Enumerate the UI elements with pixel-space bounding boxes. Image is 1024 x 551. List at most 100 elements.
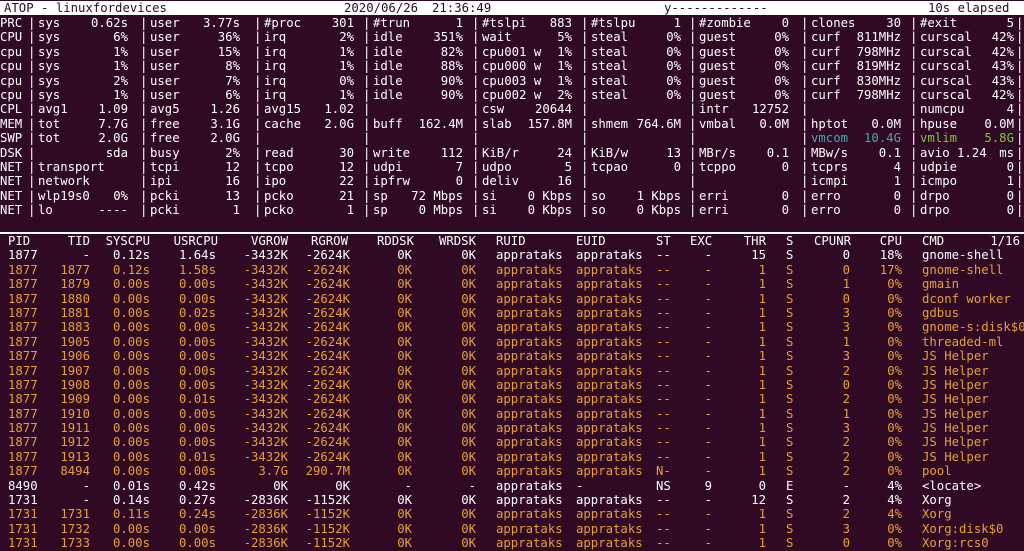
table-row[interactable]: 1877 8494 0.00s 0.00s 3.7G 290.7M 0K 0K appratak… bbox=[0, 464, 1024, 478]
cell-exc: - bbox=[704, 464, 712, 479]
table-row[interactable]: 1731 1732 0.00s 0.00s -2836K -1152K 0K 0K apprat… bbox=[0, 522, 1024, 536]
metric-value: 798MHz bbox=[856, 44, 901, 59]
cell-cpunr: 3 bbox=[842, 305, 850, 320]
column-header-vgrow[interactable]: VGROW bbox=[240, 234, 288, 248]
table-row[interactable]: 1877 1881 0.00s 0.02s -3432K -2624K 0K 0K apprat… bbox=[0, 306, 1024, 320]
metric-label: network bbox=[38, 174, 90, 189]
metric-value: 1% bbox=[557, 59, 572, 74]
column-header-thr[interactable]: THR bbox=[736, 234, 766, 248]
cell-pid: 1877 bbox=[8, 277, 38, 292]
cell-cpunr: 3 bbox=[842, 320, 850, 335]
system-row-label: SWP bbox=[0, 131, 23, 146]
cell-tid: 1877 bbox=[60, 262, 90, 277]
table-row[interactable]: 1877 1877 0.12s 1.58s -3432K -2624K 0K 0K apprat… bbox=[0, 263, 1024, 277]
column-header-euid[interactable]: EUID bbox=[576, 234, 616, 248]
column-header-cpu[interactable]: CPU bbox=[866, 234, 902, 248]
cell-vgrow: -3432K bbox=[243, 277, 288, 292]
cell-s: S bbox=[786, 392, 794, 407]
table-row[interactable]: 1877 1909 0.00s 0.01s -3432K -2624K 0K 0K apprat… bbox=[0, 392, 1024, 406]
cell-rddsk: 0K bbox=[397, 277, 412, 292]
column-header-tid[interactable]: TID bbox=[58, 234, 90, 248]
column-header-usrcpu[interactable]: USRCPU bbox=[170, 234, 218, 248]
column-header-wrdsk[interactable]: WRDSK bbox=[436, 234, 476, 248]
cell-usrcpu: 0.00s bbox=[178, 277, 216, 292]
metric-value: 2% bbox=[339, 30, 354, 45]
cell-pid: 1731 bbox=[8, 493, 38, 508]
column-divider: | bbox=[1016, 116, 1024, 131]
column-divider: | bbox=[1016, 159, 1024, 174]
system-row-cpu: cpu | sys 1% | user 8% | irq 1% | idle 88% | cpu000 w1… bbox=[0, 59, 1024, 73]
table-row[interactable]: 1877 1910 0.00s 0.00s -3432K -2624K 0K 0K apprat… bbox=[0, 407, 1024, 421]
column-header-s[interactable]: S bbox=[786, 234, 798, 248]
table-row[interactable]: 1877 1905 0.00s 0.00s -3432K -2624K 0K 0K apprat… bbox=[0, 335, 1024, 349]
cell-rgrow: -2624K bbox=[305, 406, 350, 421]
table-row[interactable]: 1877 1911 0.00s 0.00s -3432K -2624K 0K 0K apprat… bbox=[0, 421, 1024, 435]
column-header-cmd[interactable]: CMD bbox=[922, 234, 952, 248]
cell-cmd: pool bbox=[922, 464, 952, 479]
cell-cmd: gnome-shell bbox=[922, 262, 1004, 277]
cell-cmd: JS Helper bbox=[922, 363, 989, 378]
table-row[interactable]: 1877 1912 0.00s 0.00s -3432K -2624K 0K 0K apprat… bbox=[0, 435, 1024, 449]
table-row[interactable]: 1731 - 0.14s 0.27s -2836K -1152K 0K 0K apprataks… bbox=[0, 493, 1024, 507]
table-row[interactable]: 1877 1906 0.00s 0.00s -3432K -2624K 0K 0K apprat… bbox=[0, 349, 1024, 363]
process-table: PID TID SYSCPU USRCPU VGROW RGROW RDDSK WRDSK RU… bbox=[0, 234, 1024, 551]
metric-value: 21 bbox=[339, 188, 354, 203]
table-row[interactable]: 1877 1880 0.00s 0.00s -3432K -2624K 0K 0K apprat… bbox=[0, 292, 1024, 306]
column-divider: | bbox=[1016, 102, 1024, 117]
system-row-mem: MEM | tot 7.7G | free 3.1G | cache 2.0G | buff 162.4… bbox=[0, 117, 1024, 131]
column-header-cpunr[interactable]: CPUNR bbox=[814, 234, 851, 248]
table-row[interactable]: 1731 1733 0.00s 0.00s -2836K -1152K 0K 0K apprat… bbox=[0, 536, 1024, 550]
cell-pid: 1731 bbox=[8, 521, 38, 536]
cell-wrdsk: 0K bbox=[461, 305, 476, 320]
cell-rddsk: 0K bbox=[397, 421, 412, 436]
cell-tid: - bbox=[82, 248, 90, 263]
cell-syscpu: 0.00s bbox=[112, 334, 150, 349]
cell-st: -- bbox=[656, 349, 671, 364]
column-header-rgrow[interactable]: RGROW bbox=[308, 234, 348, 248]
metric-value: 0 bbox=[673, 159, 681, 174]
cell-syscpu: 0.00s bbox=[112, 449, 150, 464]
column-header-1-16[interactable]: 1/16 bbox=[976, 234, 1020, 248]
table-row[interactable]: 1877 - 0.12s 1.64s -3432K -2624K 0K 0K apprataks… bbox=[0, 248, 1024, 262]
metric-value: 0 bbox=[1006, 203, 1014, 218]
cell-vgrow: -2836K bbox=[243, 536, 288, 551]
cell-wrdsk: 0K bbox=[461, 521, 476, 536]
cell-rgrow: -2624K bbox=[305, 277, 350, 292]
system-row-net: NET | lo ---- | pcki 1 | pcko 1 | sp 0 Mbps | si 0 Kbps… bbox=[0, 203, 1024, 217]
metric-value: 819MHz bbox=[856, 59, 901, 74]
cell-exc: - bbox=[704, 421, 712, 436]
column-header-syscpu[interactable]: SYSCPU bbox=[104, 234, 150, 248]
cell-pid: 1877 bbox=[8, 421, 38, 436]
cell-ruid: apprataks bbox=[496, 421, 563, 436]
metric-value: 2% bbox=[557, 87, 572, 102]
column-header-rddsk[interactable]: RDDSK bbox=[374, 234, 414, 248]
system-row-label: MEM bbox=[0, 116, 23, 131]
column-header-pid[interactable]: PID bbox=[8, 234, 48, 248]
cell-syscpu: 0.14s bbox=[112, 493, 150, 508]
table-row[interactable]: 1877 1913 0.00s 0.01s -3432K -2624K 0K 0K apprat… bbox=[0, 450, 1024, 464]
cell-thr: 1 bbox=[758, 406, 766, 421]
column-divider: | bbox=[472, 131, 480, 146]
table-row[interactable]: 1877 1879 0.00s 0.00s -3432K -2624K 0K 0K apprat… bbox=[0, 277, 1024, 291]
table-row[interactable]: 1731 1731 0.11s 0.24s -2836K -1152K 0K 0K apprat… bbox=[0, 507, 1024, 521]
table-row[interactable]: 8490-0.01s 0.42s 0K 0K - - apprataks - NS 9 0 E -4% <… bbox=[0, 479, 1024, 493]
cell-pid: 1877 bbox=[8, 305, 38, 320]
system-row-label: NET bbox=[0, 203, 23, 218]
column-header-st[interactable]: ST bbox=[656, 234, 676, 248]
column-divider: | bbox=[1016, 145, 1024, 160]
column-header-exc[interactable]: EXC bbox=[690, 234, 712, 248]
cell-rgrow: -2624K bbox=[305, 305, 350, 320]
cell-usrcpu: 1.58s bbox=[178, 262, 216, 277]
cell-exc: - bbox=[704, 277, 712, 292]
cell-cpunr: 0 bbox=[842, 536, 850, 551]
column-header-ruid[interactable]: RUID bbox=[496, 234, 536, 248]
system-row-swp: SWP | tot 2.0G | free 2.0G | | | | | | vmcom 10.4G | vml… bbox=[0, 131, 1024, 145]
table-row[interactable]: 1877 1883 0.00s 0.00s -3432K -2624K 0K 0K apprat… bbox=[0, 320, 1024, 334]
table-row[interactable]: 1877 1907 0.00s 0.00s -3432K -2624K 0K 0K apprat… bbox=[0, 364, 1024, 378]
system-row-label: CPU bbox=[0, 30, 23, 45]
cell-s: S bbox=[786, 521, 794, 536]
cell-cpunr: 0 bbox=[842, 262, 850, 277]
metric-value: 90% bbox=[440, 87, 463, 102]
metric-value: 4 bbox=[1006, 102, 1014, 117]
table-row[interactable]: 1877 1908 0.00s 0.00s -3432K -2624K 0K 0K apprat… bbox=[0, 378, 1024, 392]
